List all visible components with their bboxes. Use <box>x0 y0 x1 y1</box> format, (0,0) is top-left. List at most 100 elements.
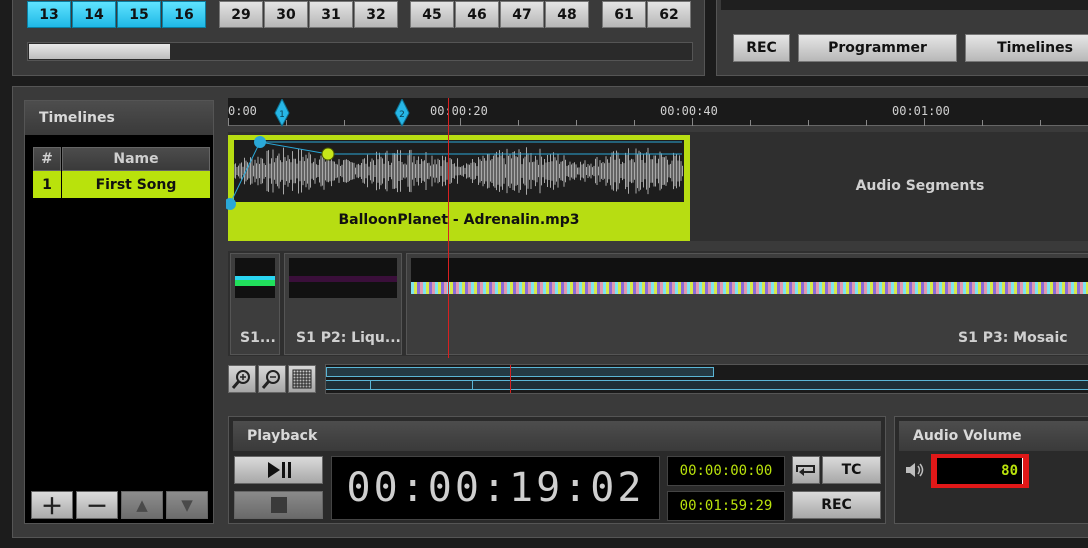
triangle-down-icon: ▼ <box>181 496 193 514</box>
ruler-label: 00:00:40 <box>660 104 718 118</box>
plus-icon: ＋ <box>40 495 63 520</box>
mosaic-strip <box>411 282 1088 294</box>
ruler-tick <box>344 120 345 126</box>
volume-envelope[interactable] <box>226 136 356 212</box>
overview-clip-divider <box>472 380 473 390</box>
timeline-row-name[interactable]: First Song <box>62 171 210 198</box>
cue-marker-1[interactable]: 1 <box>274 99 290 127</box>
cue-button-14[interactable]: 14 <box>72 1 116 28</box>
tc-button[interactable]: TC <box>822 456 881 484</box>
envelope-point[interactable] <box>254 136 266 148</box>
triangle-up-icon: ▲ <box>136 496 148 514</box>
overview-clip-divider <box>370 380 371 390</box>
cue-marker-1-label: 1 <box>279 110 285 120</box>
mode-panel: REC Programmer Timelines <box>716 0 1088 76</box>
ruler-tick <box>982 120 983 126</box>
column-header-index[interactable]: # <box>33 147 61 171</box>
ruler-label: 0:00 <box>228 104 257 118</box>
ruler-tick <box>692 118 693 126</box>
rec-button[interactable]: REC <box>733 34 790 62</box>
cue-button-13[interactable]: 13 <box>27 1 71 28</box>
cue-marker-2[interactable]: 2 <box>394 99 410 127</box>
audio-volume-title: Audio Volume <box>899 421 1088 451</box>
play-pause-button[interactable] <box>234 456 323 484</box>
video-clip-label: S1 P2: Liqu... <box>296 330 401 346</box>
ruler-tick <box>634 120 635 126</box>
cue-button-46[interactable]: 46 <box>455 1 499 28</box>
envelope-point[interactable] <box>321 147 335 161</box>
ruler-tick <box>228 118 229 126</box>
overview-video-track <box>326 380 1088 390</box>
cue-button-47[interactable]: 47 <box>500 1 544 28</box>
cue-button-48[interactable]: 48 <box>545 1 589 28</box>
cue-scrollbar-thumb[interactable] <box>29 44 170 59</box>
cue-button-61[interactable]: 61 <box>602 1 646 28</box>
play-pause-icon <box>267 462 291 478</box>
timelines-panel: Timelines # Name 1 First Song ＋ － ▲ ▼ <box>24 100 214 524</box>
stop-button[interactable] <box>234 491 323 519</box>
playback-rec-button[interactable]: REC <box>792 491 881 519</box>
cue-button-32[interactable]: 32 <box>354 1 398 28</box>
audio-segment-label: BalloonPlanet - Adrenalin.mp3 <box>338 212 580 228</box>
ruler-tick <box>750 120 751 126</box>
move-up-button[interactable]: ▲ <box>121 491 163 519</box>
ruler-tick <box>518 120 519 126</box>
zoom-in-icon <box>231 370 250 389</box>
end-time-display[interactable]: 00:01:59:29 <box>667 491 785 521</box>
current-time-display: 00:00:19:02 <box>331 456 660 520</box>
ruler-tick <box>576 120 577 126</box>
time-ruler[interactable]: 0:00 00:00:20 00:00:40 00:01:00 <box>228 98 1088 126</box>
ruler-tick <box>808 120 809 126</box>
zoom-in-button[interactable] <box>228 365 256 393</box>
ruler-label: 00:01:00 <box>892 104 950 118</box>
loop-icon <box>796 465 815 476</box>
add-timeline-button[interactable]: ＋ <box>31 491 73 520</box>
cue-button-15[interactable]: 15 <box>117 1 161 28</box>
zoom-out-icon <box>261 370 280 389</box>
envelope-point[interactable] <box>226 198 236 210</box>
cue-button-16[interactable]: 16 <box>162 1 206 28</box>
ruler-tick <box>866 120 867 126</box>
programmer-button[interactable]: Programmer <box>798 34 957 62</box>
stop-icon <box>270 497 287 513</box>
cue-button-29[interactable]: 29 <box>219 1 263 28</box>
timelines-panel-title: Timelines <box>25 101 213 135</box>
overview-playhead <box>510 365 511 393</box>
cue-panel: 13 14 15 16 29 30 31 32 45 46 47 48 61 6… <box>12 0 705 76</box>
speaker-icon <box>906 463 924 477</box>
overview-audio-segment <box>326 367 714 377</box>
ruler-tick <box>460 118 461 126</box>
volume-envelope-line <box>356 141 682 155</box>
cue-button-31[interactable]: 31 <box>309 1 353 28</box>
grid-icon <box>292 369 312 389</box>
clip-thumbnail <box>235 258 275 298</box>
mode-panel-bar <box>721 0 1088 10</box>
ruler-tick <box>924 118 925 126</box>
minus-icon: － <box>85 495 108 520</box>
timeline-overview[interactable] <box>325 364 1088 394</box>
loop-button[interactable] <box>792 456 820 484</box>
cue-button-30[interactable]: 30 <box>264 1 308 28</box>
timelines-button[interactable]: Timelines <box>965 34 1088 62</box>
ruler-tick <box>1040 120 1041 126</box>
start-time-display[interactable]: 00:00:00:00 <box>667 456 785 486</box>
zoom-out-button[interactable] <box>258 365 286 393</box>
move-down-button[interactable]: ▼ <box>166 491 208 519</box>
cue-scrollbar[interactable] <box>27 42 693 61</box>
zoom-fit-button[interactable] <box>288 365 316 393</box>
video-clip-label: S1 P3: Mosaic <box>958 330 1068 346</box>
playback-title: Playback <box>233 421 881 451</box>
cue-button-45[interactable]: 45 <box>410 1 454 28</box>
column-header-name[interactable]: Name <box>62 147 210 171</box>
video-clip-label: S1... <box>240 330 276 346</box>
cue-marker-2-label: 2 <box>399 110 405 120</box>
playhead[interactable] <box>448 98 449 358</box>
audio-segments-placeholder: Audio Segments <box>855 178 985 194</box>
remove-timeline-button[interactable]: － <box>76 491 118 520</box>
ruler-label: 00:00:20 <box>430 104 488 118</box>
timeline-row-index[interactable]: 1 <box>33 171 61 198</box>
cue-button-62[interactable]: 62 <box>647 1 691 28</box>
clip-thumbnail <box>411 258 1088 298</box>
volume-input[interactable] <box>937 458 1023 484</box>
clip-thumbnail <box>289 258 397 298</box>
